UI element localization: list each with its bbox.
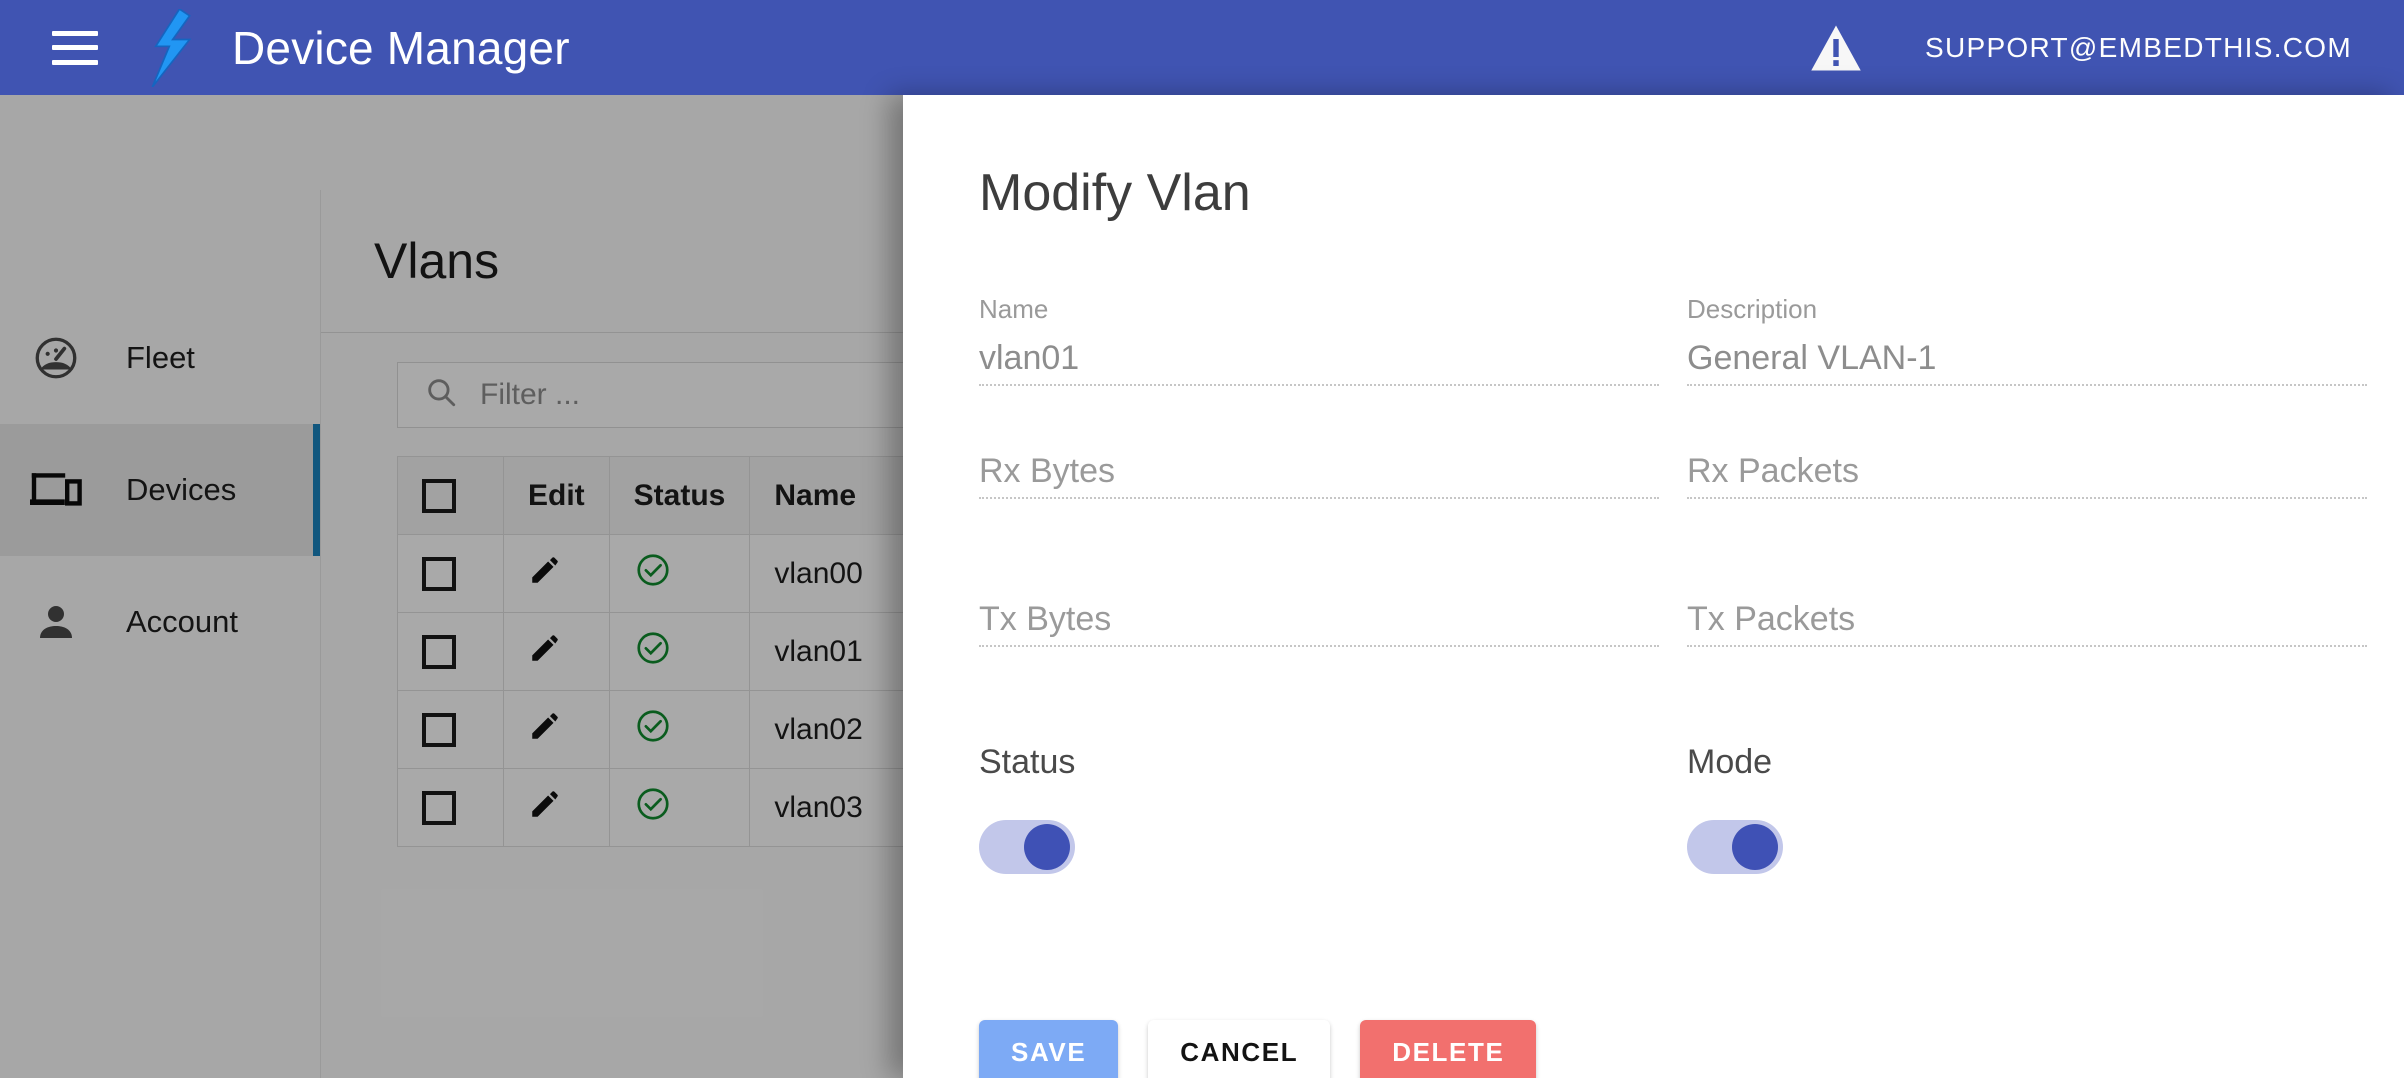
speedometer-icon xyxy=(28,333,84,383)
warning-triangle-icon[interactable] xyxy=(1809,23,1863,73)
description-field[interactable]: Description General VLAN-1 xyxy=(1687,277,2367,425)
cancel-button[interactable]: CANCEL xyxy=(1148,1020,1331,1078)
row-edit-button[interactable] xyxy=(503,690,610,769)
column-header-edit: Edit xyxy=(503,456,610,535)
delete-button[interactable]: DELETE xyxy=(1360,1020,1537,1078)
description-label: Description xyxy=(1687,294,1818,324)
checkbox-unchecked-icon xyxy=(422,479,456,514)
toggle-knob xyxy=(1024,824,1070,870)
sidebar-item-label: Account xyxy=(126,604,239,639)
sidebar: Fleet Devices Account xyxy=(0,190,321,1078)
row-status xyxy=(608,612,751,691)
tx-packets-placeholder: Tx Packets xyxy=(1687,591,2367,647)
row-checkbox[interactable] xyxy=(397,612,504,691)
dialog-title: Modify Vlan xyxy=(979,164,1251,222)
search-icon xyxy=(424,375,458,414)
support-email-link[interactable]: SUPPORT@EMBEDTHIS.COM xyxy=(1925,32,2352,64)
row-status xyxy=(608,768,751,847)
tx-bytes-field[interactable]: Tx Bytes xyxy=(979,573,1659,721)
rx-bytes-field[interactable]: Rx Bytes xyxy=(979,425,1659,573)
rx-bytes-placeholder: Rx Bytes xyxy=(979,443,1659,499)
check-circle-icon xyxy=(637,709,669,742)
sidebar-item-devices[interactable]: Devices xyxy=(0,424,320,556)
column-header-status: Status xyxy=(608,456,751,535)
filter-placeholder: Filter ... xyxy=(480,377,581,411)
select-all-checkbox[interactable] xyxy=(397,456,504,535)
lightning-bolt-icon xyxy=(144,7,198,88)
sidebar-item-account[interactable]: Account xyxy=(0,556,320,688)
checkbox-unchecked-icon xyxy=(422,635,456,670)
dialog-actions: SAVE CANCEL DELETE xyxy=(979,1020,1537,1078)
toggle-knob xyxy=(1732,824,1778,870)
app-title: Device Manager xyxy=(232,21,570,74)
description-value: General VLAN-1 xyxy=(1687,330,2367,386)
name-field[interactable]: Name vlan01 xyxy=(979,277,1659,425)
menu-bar-1 xyxy=(52,30,98,36)
row-checkbox[interactable] xyxy=(397,690,504,769)
sidebar-item-label: Devices xyxy=(126,472,237,507)
checkbox-unchecked-icon xyxy=(422,791,456,826)
devices-icon xyxy=(28,469,84,511)
name-value: vlan01 xyxy=(979,330,1659,386)
checkbox-unchecked-icon xyxy=(422,557,456,592)
page-title: Vlans xyxy=(374,233,500,289)
row-edit-button[interactable] xyxy=(503,534,610,613)
tx-bytes-placeholder: Tx Bytes xyxy=(979,591,1659,647)
name-label: Name xyxy=(979,294,1049,324)
mode-switch-group: Mode xyxy=(1687,721,2395,874)
hamburger-menu-icon[interactable] xyxy=(52,30,98,65)
sidebar-top-spacer xyxy=(0,190,320,292)
row-checkbox[interactable] xyxy=(397,534,504,613)
tx-packets-field[interactable]: Tx Packets xyxy=(1687,573,2367,721)
menu-bar-2 xyxy=(52,45,98,50)
checkbox-unchecked-icon xyxy=(422,713,456,748)
app-bar-right: SUPPORT@EMBEDTHIS.COM xyxy=(1809,23,2404,73)
person-icon xyxy=(28,598,84,646)
dialog-form: Name vlan01 Description General VLAN-1 R… xyxy=(979,277,2367,874)
check-circle-icon xyxy=(637,631,669,664)
row-edit-button[interactable] xyxy=(503,768,610,847)
mode-switch-label: Mode xyxy=(1687,743,1773,781)
status-toggle[interactable] xyxy=(979,820,1075,874)
status-switch-group: Status xyxy=(979,721,1687,874)
status-switch-label: Status xyxy=(979,743,1076,781)
save-button[interactable]: SAVE xyxy=(979,1020,1119,1078)
row-status xyxy=(608,534,751,613)
app-bar: Device Manager SUPPORT@EMBEDTHIS.COM xyxy=(0,0,2404,95)
modify-vlan-dialog: Modify Vlan Name vlan01 Description Gene… xyxy=(903,95,2404,1078)
row-checkbox[interactable] xyxy=(397,768,504,847)
row-status xyxy=(608,690,751,769)
check-circle-icon xyxy=(637,787,669,820)
sidebar-item-label: Fleet xyxy=(126,340,195,375)
rx-packets-placeholder: Rx Packets xyxy=(1687,443,2367,499)
menu-bar-3 xyxy=(52,59,98,65)
rx-packets-field[interactable]: Rx Packets xyxy=(1687,425,2367,573)
mode-toggle[interactable] xyxy=(1687,820,1783,874)
app-root: Fleet Devices Account Vlans Filter ... E… xyxy=(0,0,2404,1078)
sidebar-item-fleet[interactable]: Fleet xyxy=(0,292,320,424)
row-edit-button[interactable] xyxy=(503,612,610,691)
check-circle-icon xyxy=(637,553,669,586)
